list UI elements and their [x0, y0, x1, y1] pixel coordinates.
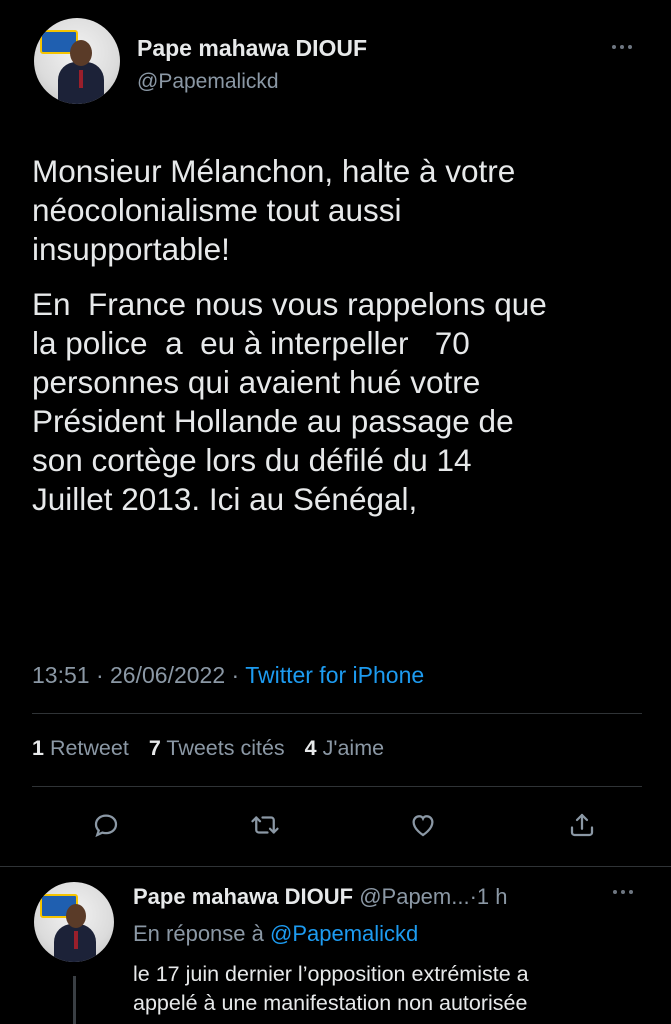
avatar-tie — [79, 70, 83, 88]
reply-prefix: En réponse à — [133, 921, 264, 946]
author-handle[interactable]: @Papemalickd — [137, 70, 279, 94]
share-icon — [570, 813, 594, 837]
author-name[interactable]: Pape mahawa DIOUF — [137, 35, 367, 62]
divider — [32, 713, 642, 714]
more-options-icon[interactable] — [612, 42, 636, 52]
share-button[interactable] — [560, 803, 604, 847]
tweet-date: 26/06/2022 — [110, 662, 226, 688]
reply-author-handle[interactable]: @Papem... — [359, 884, 469, 909]
tweet-stats: 1 Retweet 7 Tweets cités 4 J'aime — [32, 736, 398, 761]
tweet-text: Monsieur Mélanchon, halte à votre néocol… — [32, 152, 648, 519]
reply-text-line: le 17 juin dernier l’opposition extrémis… — [133, 962, 529, 986]
reply-text-line: appelé à une manifestation non autorisée — [133, 991, 528, 1015]
reply-avatar[interactable] — [34, 882, 114, 962]
tweet-source-link[interactable]: Twitter for iPhone — [245, 662, 424, 688]
reply-header: Pape mahawa DIOUF @Papem...·1 h — [133, 884, 508, 910]
reply-button[interactable] — [84, 803, 128, 847]
reply-author-name[interactable]: Pape mahawa DIOUF — [133, 884, 353, 909]
thread-line — [73, 976, 76, 1024]
tweet-meta: 13:51 · 26/06/2022 · Twitter for iPhone — [32, 662, 424, 689]
meta-separator: · — [469, 884, 477, 909]
reply-time: 1 h — [476, 884, 508, 909]
tweet-paragraph: En France nous vous rappelons que la pol… — [32, 286, 547, 517]
likes-stat[interactable]: 4 J'aime — [305, 736, 384, 760]
retweet-icon — [251, 816, 279, 834]
quote-tweets-stat[interactable]: 7 Tweets cités — [149, 736, 285, 760]
reply-mention-link[interactable]: @Papemalickd — [270, 921, 418, 946]
reply-tweet[interactable]: Pape mahawa DIOUF @Papem...·1 h En répon… — [0, 868, 671, 1024]
retweets-stat[interactable]: 1 Retweet — [32, 736, 129, 760]
tweet-actions — [84, 800, 604, 850]
avatar-tie — [74, 931, 78, 949]
reply-icon — [94, 814, 118, 838]
tweet-detail-screen: Pape mahawa DIOUF @Papemalickd Monsieur … — [0, 0, 671, 1024]
tweet-paragraph: Monsieur Mélanchon, halte à votre néocol… — [32, 153, 516, 267]
avatar-head — [70, 40, 92, 66]
like-icon — [412, 815, 434, 837]
avatar[interactable] — [34, 18, 120, 104]
reply-context: En réponse à @Papemalickd — [133, 921, 418, 947]
tweet-time: 13:51 — [32, 662, 90, 688]
avatar-head — [66, 904, 86, 928]
tweet-header: Pape mahawa DIOUF @Papemalickd — [34, 18, 644, 110]
more-options-icon[interactable] — [613, 890, 633, 894]
retweet-button[interactable] — [243, 803, 287, 847]
meta-separator: · — [95, 662, 104, 688]
tweet-separator — [0, 866, 671, 867]
reply-text: le 17 juin dernier l’opposition extrémis… — [133, 960, 643, 1018]
meta-separator: · — [231, 662, 240, 688]
like-button[interactable] — [401, 803, 445, 847]
divider — [32, 786, 642, 787]
